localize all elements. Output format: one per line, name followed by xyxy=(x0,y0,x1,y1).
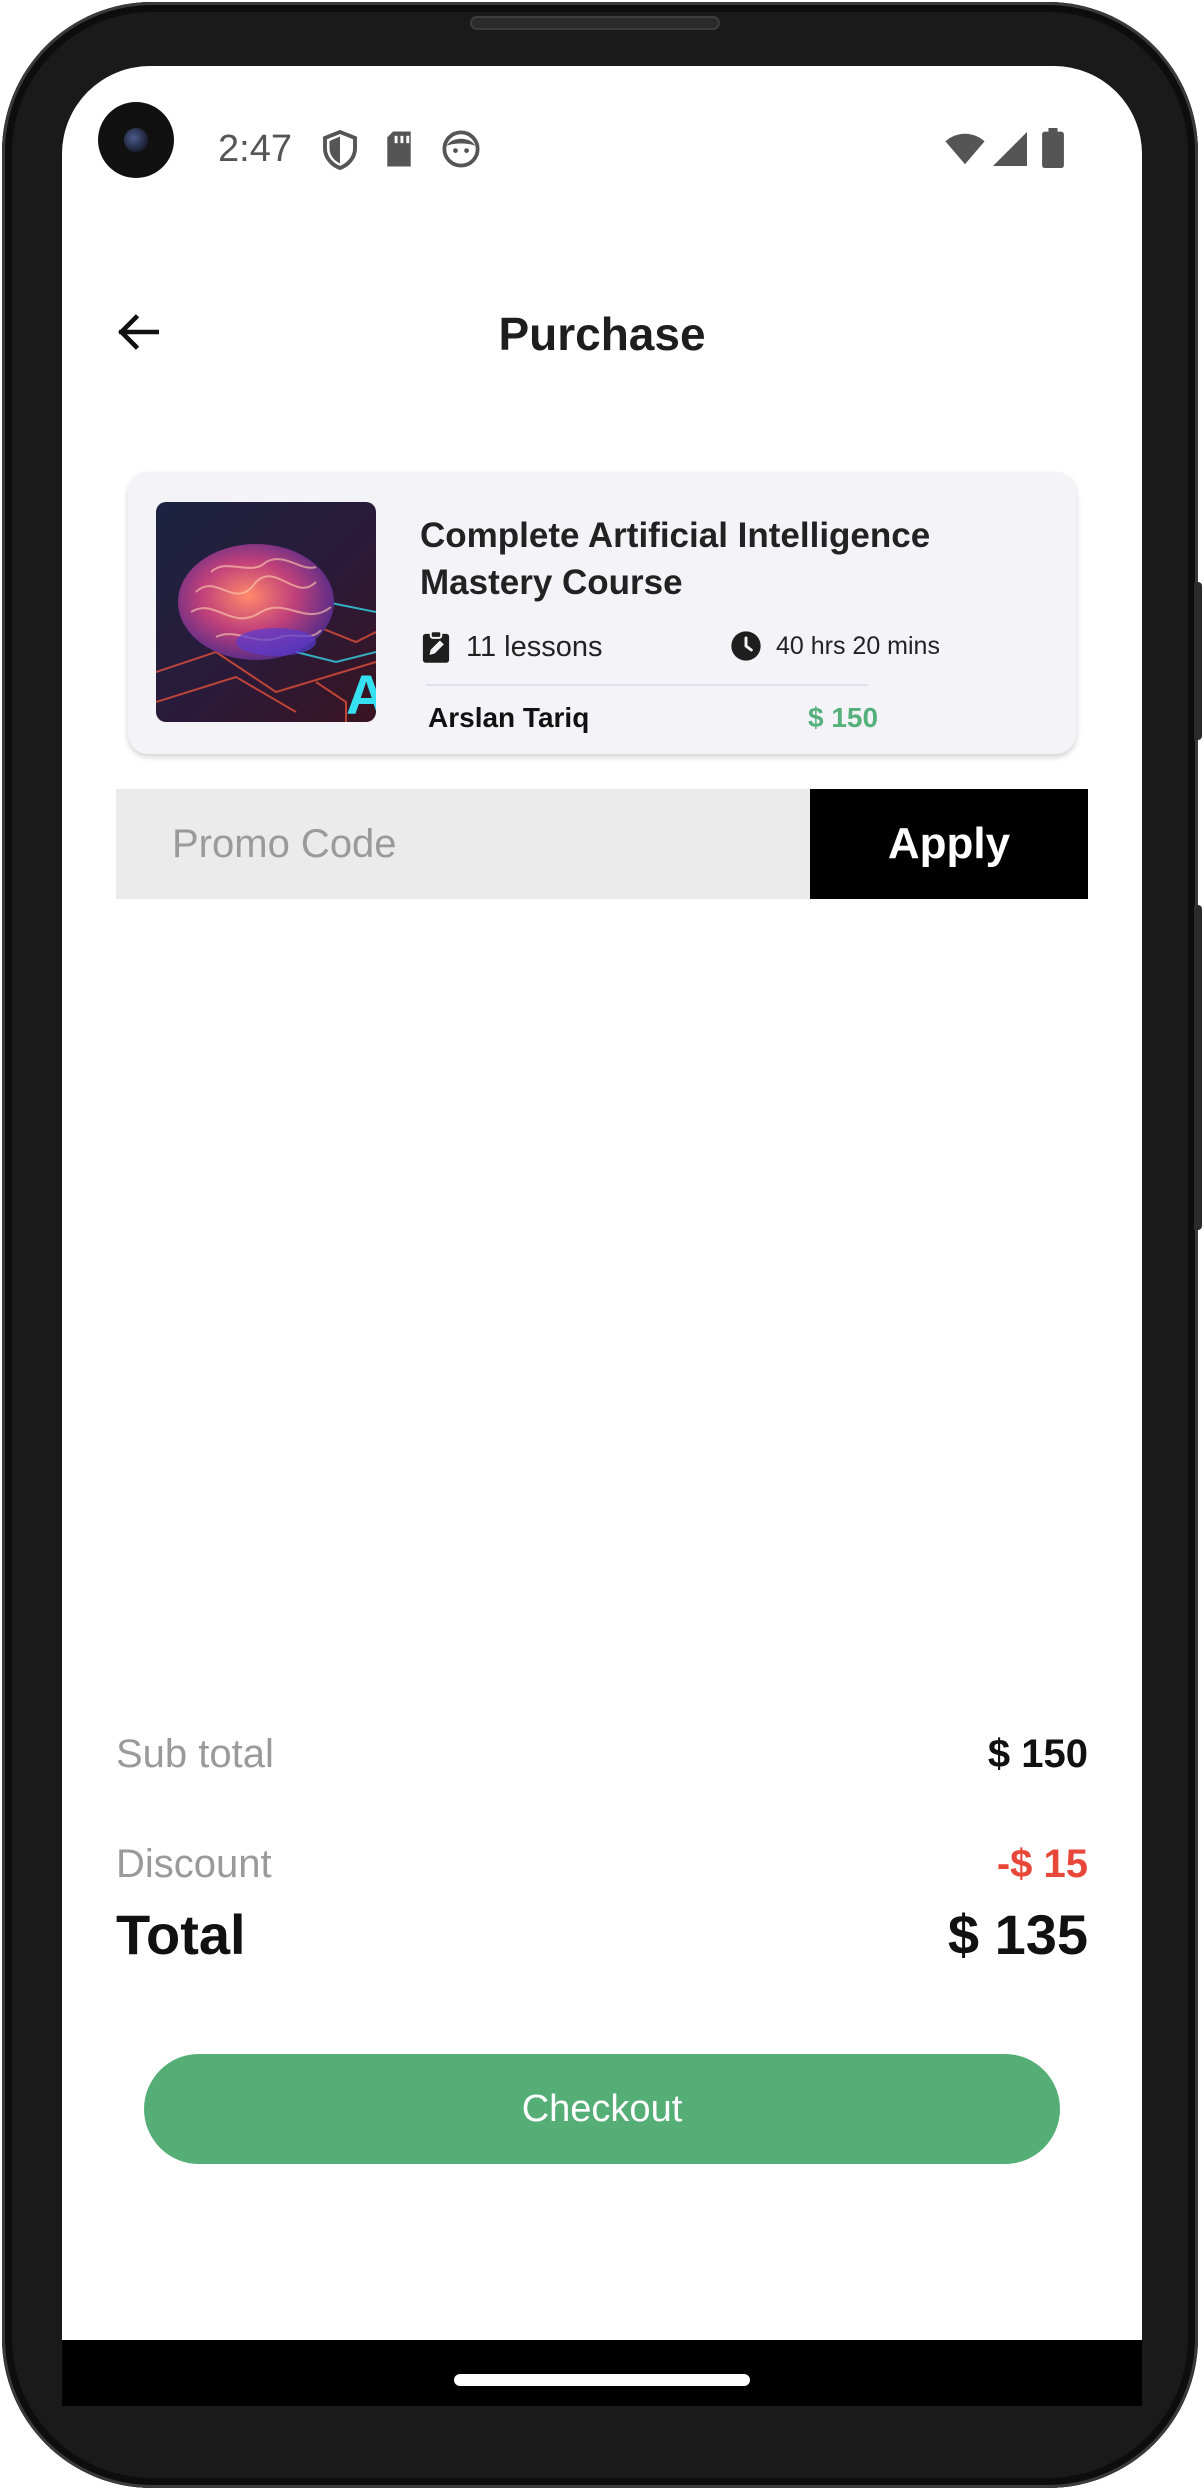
checkout-button[interactable]: Checkout xyxy=(144,2054,1060,2164)
card-divider xyxy=(426,684,868,686)
instructor-name: Arslan Tariq xyxy=(428,702,590,733)
svg-text:A: A xyxy=(346,663,376,722)
status-time: 2:47 xyxy=(218,128,292,170)
app-screen: 2:47 Purchase A Complete Artificial Inte… xyxy=(62,66,1142,2406)
assignment-icon xyxy=(420,630,452,664)
duration-text: 40 hrs 20 mins xyxy=(776,631,940,660)
clock-icon xyxy=(730,630,762,662)
sd-card-icon xyxy=(384,130,414,173)
home-indicator[interactable] xyxy=(454,2374,750,2386)
wifi-icon xyxy=(944,132,986,171)
front-camera xyxy=(98,102,174,178)
lessons-meta: 11 lessons xyxy=(420,630,603,664)
earpiece-speaker xyxy=(470,16,720,30)
duration-meta: 40 hrs 20 mins xyxy=(730,630,940,662)
promo-code-input[interactable] xyxy=(116,789,810,899)
volume-button xyxy=(1194,582,1202,740)
face-icon xyxy=(442,130,480,173)
apply-button[interactable]: Apply xyxy=(810,789,1088,899)
course-title: Complete Artificial Intelligence Mastery… xyxy=(420,516,931,602)
shield-icon xyxy=(322,129,358,175)
page-title: Purchase xyxy=(498,308,706,360)
signal-icon xyxy=(992,132,1028,171)
total-value: $ 135 xyxy=(947,1903,1088,1966)
subtotal-value: $ 150 xyxy=(987,1732,1088,1776)
course-card[interactable]: A Complete Artificial Intelligence Maste… xyxy=(128,472,1076,754)
discount-value: -$ 15 xyxy=(996,1842,1088,1886)
course-thumbnail: A xyxy=(156,502,376,722)
discount-label: Discount xyxy=(116,1842,272,1886)
lessons-count: 11 lessons xyxy=(466,630,603,663)
course-price: $ 150 xyxy=(808,702,879,733)
power-button xyxy=(1194,905,1202,1230)
device-stage: 2:47 Purchase A Complete Artificial Inte… xyxy=(0,0,1204,2491)
battery-icon xyxy=(1042,128,1064,173)
subtotal-label: Sub total xyxy=(116,1732,274,1776)
system-nav-bar xyxy=(62,2340,1142,2406)
total-label: Total xyxy=(116,1903,246,1966)
